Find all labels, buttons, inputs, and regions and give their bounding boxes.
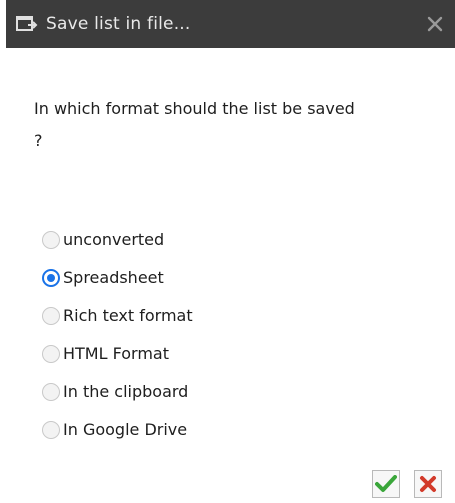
option-label: Spreadsheet — [63, 268, 164, 287]
option-unconverted[interactable]: unconverted — [42, 225, 193, 254]
option-label: In the clipboard — [63, 382, 189, 401]
radio-dot — [47, 273, 55, 282]
radio-button-selected[interactable] — [42, 268, 60, 287]
dialog-title: Save list in file... — [46, 14, 191, 34]
option-label: In Google Drive — [63, 420, 188, 439]
dialog-window-icon — [16, 15, 38, 33]
option-label: HTML Format — [63, 344, 169, 363]
close-button[interactable] — [423, 12, 447, 36]
radio-button[interactable] — [42, 344, 60, 363]
option-label: Rich text format — [63, 306, 193, 325]
dialog-question: In which format should the list be saved… — [34, 99, 355, 150]
option-rich-text-format[interactable]: Rich text format — [42, 301, 193, 330]
checkmark-icon — [375, 475, 397, 492]
option-label: unconverted — [63, 230, 165, 249]
option-google-drive[interactable]: In Google Drive — [42, 415, 193, 444]
close-icon — [427, 16, 443, 32]
radio-button[interactable] — [42, 306, 60, 325]
option-html-format[interactable]: HTML Format — [42, 339, 193, 368]
radio-button[interactable] — [42, 382, 60, 401]
radio-button[interactable] — [42, 230, 60, 249]
cross-icon — [420, 476, 436, 492]
format-options: unconverted Spreadsheet Rich text format… — [42, 225, 193, 453]
option-clipboard[interactable]: In the clipboard — [42, 377, 193, 406]
cancel-button[interactable] — [414, 470, 442, 498]
option-spreadsheet[interactable]: Spreadsheet — [42, 263, 193, 292]
confirm-button[interactable] — [372, 470, 400, 498]
radio-button[interactable] — [42, 420, 60, 439]
dialog-titlebar: Save list in file... — [6, 0, 455, 48]
